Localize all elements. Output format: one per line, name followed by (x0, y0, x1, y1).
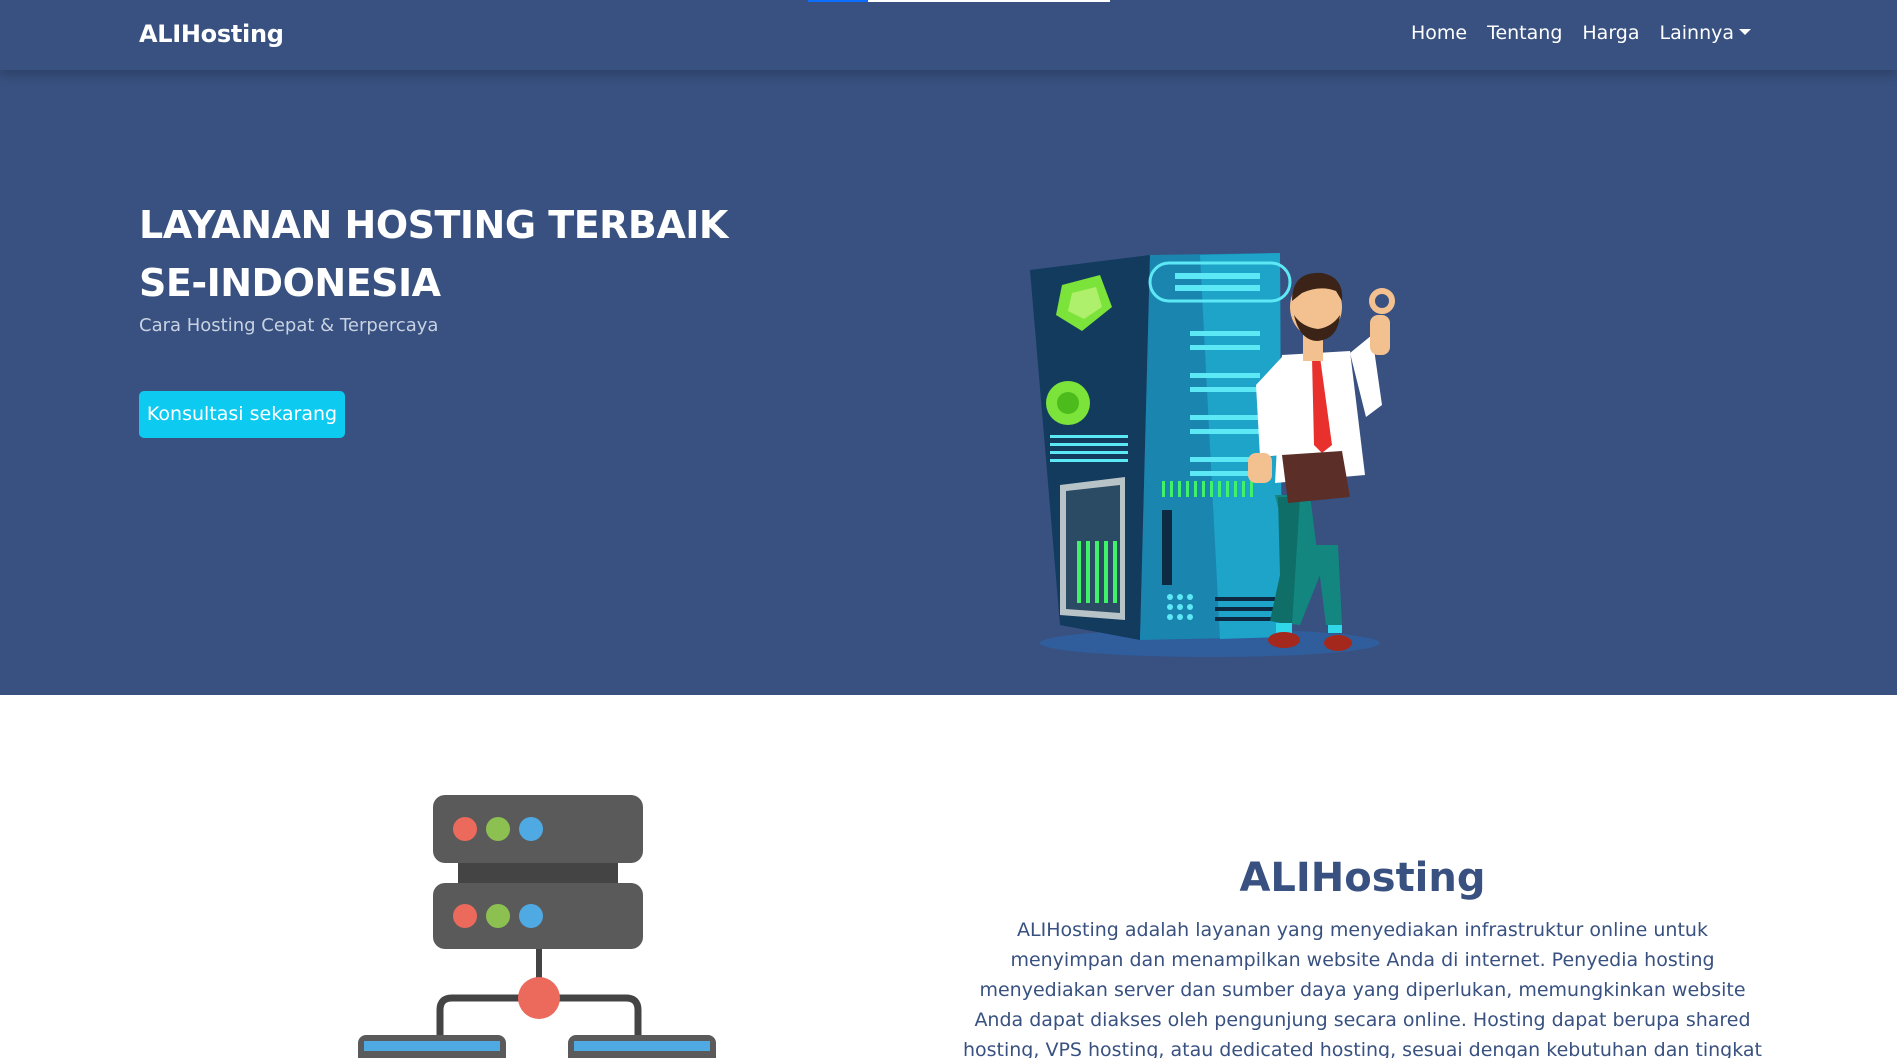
consult-now-button[interactable]: Konsultasi sekarang (139, 391, 345, 438)
loading-bar-fill (808, 0, 868, 2)
nav-home[interactable]: Home (1411, 22, 1467, 44)
hero-title: LAYANAN HOSTING TERBAIK SE-INDONESIA (139, 203, 728, 305)
nav-harga[interactable]: Harga (1582, 22, 1639, 44)
server-man-illustration (1030, 253, 1395, 657)
brand-logo[interactable]: ALIHosting (139, 20, 284, 48)
nav-lainnya-dropdown[interactable]: Lainnya (1660, 22, 1751, 44)
nav-menu: Home Tentang Harga Lainnya (1411, 22, 1751, 44)
hero-section: LAYANAN HOSTING TERBAIK SE-INDONESIA Car… (0, 0, 1897, 695)
top-navbar: ALIHosting Home Tentang Harga Lainnya (0, 0, 1897, 70)
about-description: ALIHosting adalah layanan yang menyediak… (962, 919, 1763, 1058)
page-loading-bar (808, 0, 1110, 2)
chevron-down-icon (1739, 29, 1751, 35)
about-title: ALIHosting (1239, 855, 1486, 901)
server-network-illustration (358, 795, 716, 1058)
nav-tentang[interactable]: Tentang (1487, 22, 1562, 44)
hero-subtitle: Cara Hosting Cepat & Terpercaya (139, 315, 439, 336)
nav-lainnya-label: Lainnya (1659, 22, 1734, 44)
